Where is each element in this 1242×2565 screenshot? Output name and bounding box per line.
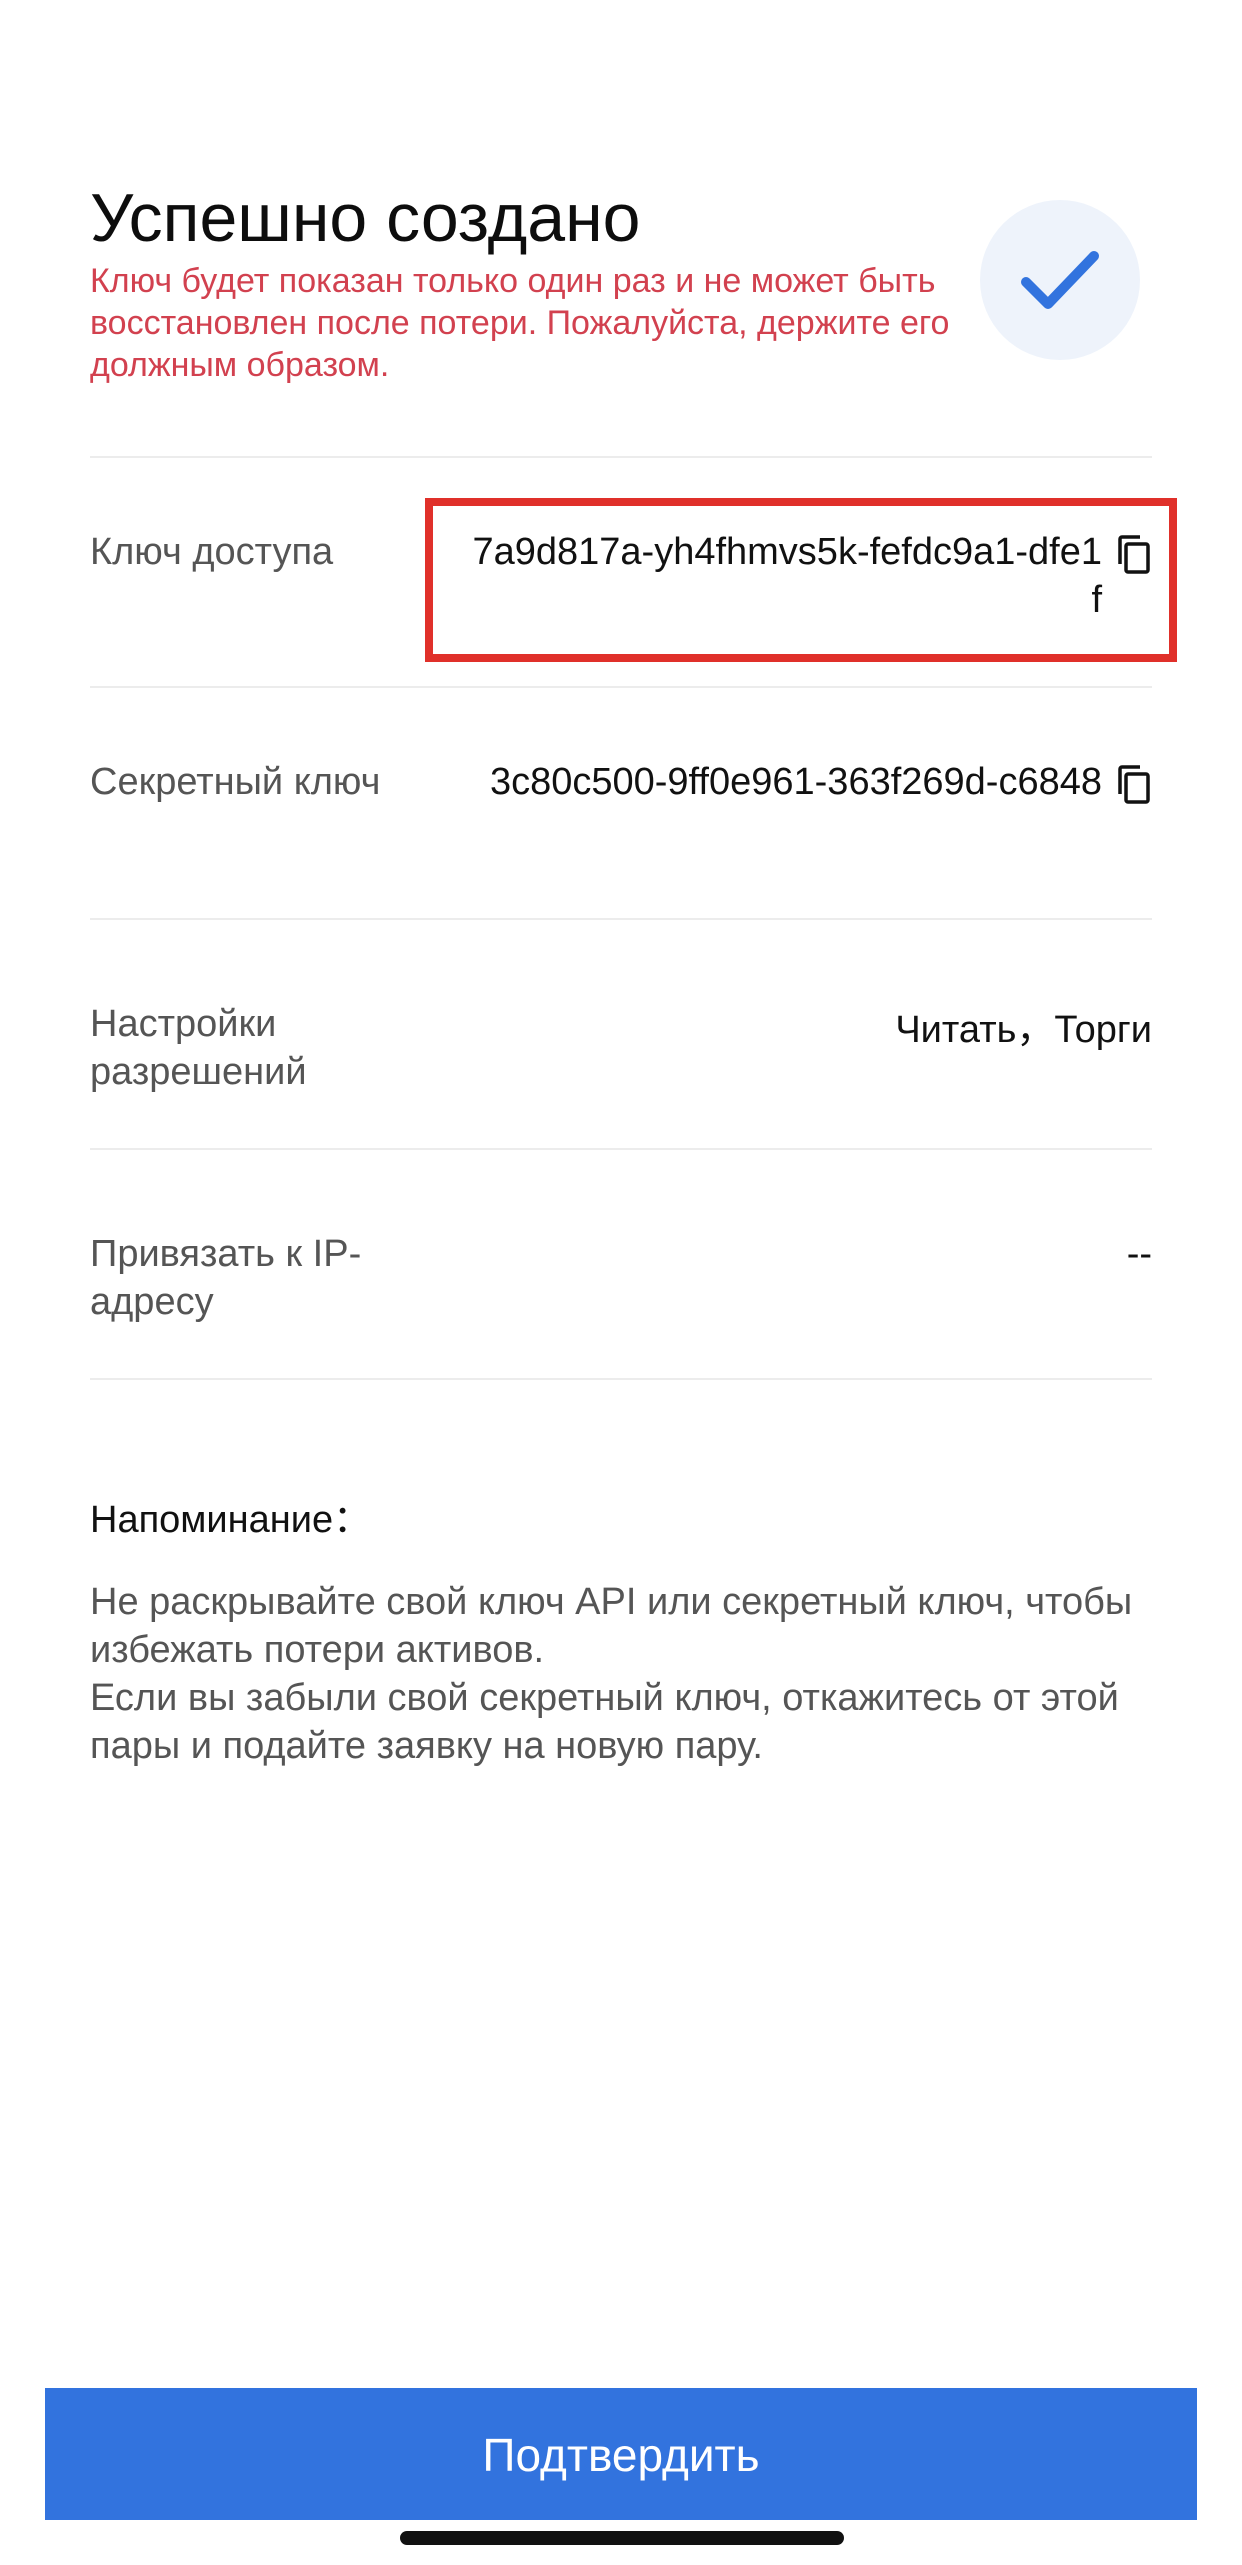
- access-key-highlight: [425, 498, 1177, 662]
- ip-binding-label: Привязать к IP-адресу: [90, 1233, 362, 1323]
- reminder-title: Напоминание：: [90, 1499, 372, 1541]
- secret-key-label: Секретный ключ: [90, 761, 381, 803]
- permissions-label: Настройки разрешений: [90, 1003, 307, 1093]
- page-title: Успешно создано: [90, 180, 641, 256]
- copy-secret-key-button[interactable]: [1114, 764, 1154, 806]
- permissions-value: Читать，Торги: [895, 1009, 1152, 1051]
- secret-key-value: 3c80c500-9ff0e961-363f269d-c6848: [489, 761, 1102, 803]
- divider: [90, 686, 1152, 688]
- access-key-label: Ключ доступа: [90, 531, 334, 573]
- divider: [90, 918, 1152, 920]
- divider: [90, 456, 1152, 458]
- reminder-text: Не раскрывайте свой ключ API или секретн…: [90, 1578, 1160, 1770]
- divider: [90, 1378, 1152, 1380]
- ip-binding-value: --: [1126, 1233, 1152, 1275]
- warning-message: Ключ будет показан только один раз и не …: [90, 262, 950, 384]
- copy-icon: [1118, 765, 1150, 804]
- reminder-line: Если вы забыли свой секретный ключ, отка…: [90, 1677, 1119, 1767]
- confirm-button[interactable]: Подтвердить: [45, 2388, 1197, 2520]
- home-indicator: [400, 2531, 844, 2545]
- divider: [90, 1148, 1152, 1150]
- reminder-line: Не раскрывайте свой ключ API или секретн…: [90, 1581, 1133, 1671]
- success-badge: [980, 200, 1140, 360]
- checkmark-icon: [1021, 251, 1099, 309]
